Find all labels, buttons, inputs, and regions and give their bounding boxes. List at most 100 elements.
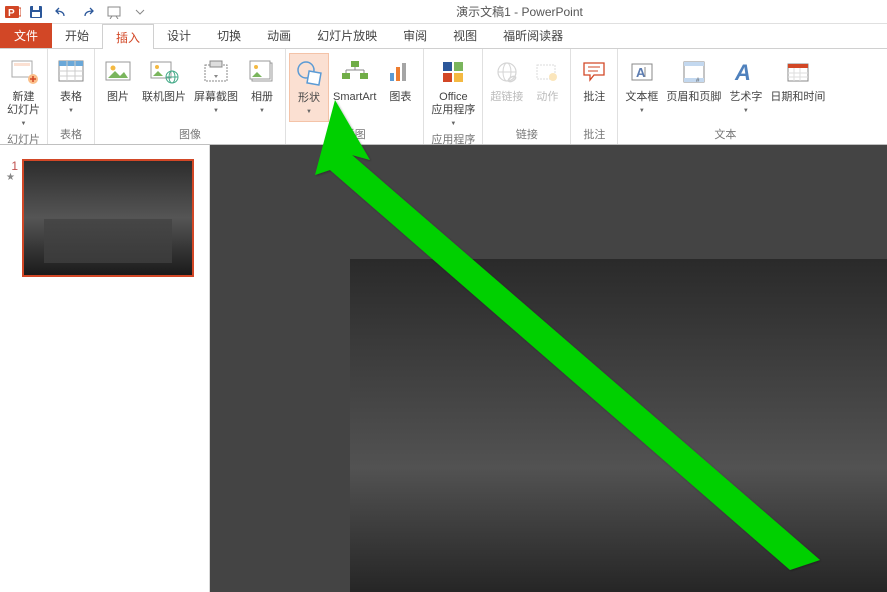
ribbon-group-text: A 文本框 ▼ # 页眉和页脚 A 艺术字 ▼ bbox=[618, 49, 832, 144]
animation-indicator-icon: ★ bbox=[6, 173, 22, 183]
photo-album-label: 相册 bbox=[251, 91, 273, 104]
slide-canvas[interactable] bbox=[350, 259, 887, 592]
header-footer-button[interactable]: # 页眉和页脚 bbox=[662, 53, 725, 106]
action-button[interactable]: 动作 bbox=[527, 53, 567, 106]
thumbnail-meta: 1 ★ bbox=[6, 159, 22, 277]
group-label-comments: 批注 bbox=[571, 128, 617, 144]
chart-label: 图表 bbox=[389, 91, 411, 104]
qat: P bbox=[0, 1, 152, 23]
pictures-button[interactable]: 图片 bbox=[98, 53, 138, 106]
office-apps-button[interactable]: Office 应用程序 ▼ bbox=[427, 53, 479, 133]
wordart-button[interactable]: A 艺术字 ▼ bbox=[725, 53, 766, 120]
online-picture-icon bbox=[149, 55, 179, 89]
chart-icon bbox=[387, 55, 413, 89]
office-apps-label: Office 应用程序 bbox=[431, 91, 475, 117]
chart-button[interactable]: 图表 bbox=[380, 53, 420, 106]
group-label-illustrations: 插图 bbox=[286, 128, 423, 144]
table-icon bbox=[57, 55, 85, 89]
ribbon-group-images: 图片 联机图片 屏幕截图 ▼ 相册 ▼ bbox=[95, 49, 286, 144]
dropdown-icon: ▼ bbox=[259, 105, 265, 118]
hyperlink-button[interactable]: 超链接 bbox=[486, 53, 527, 106]
online-pictures-button[interactable]: 联机图片 bbox=[138, 53, 190, 106]
screenshot-label: 屏幕截图 bbox=[194, 91, 238, 104]
undo-button[interactable] bbox=[50, 1, 74, 23]
tab-design[interactable]: 设计 bbox=[154, 23, 204, 48]
smartart-icon bbox=[340, 55, 370, 89]
ribbon-group-links: 超链接 动作 链接 bbox=[483, 49, 571, 144]
screenshot-button[interactable]: 屏幕截图 ▼ bbox=[190, 53, 242, 120]
photo-album-icon bbox=[248, 55, 276, 89]
table-button[interactable]: 表格 ▼ bbox=[51, 53, 91, 120]
dropdown-icon: ▼ bbox=[213, 105, 219, 118]
group-label-images: 图像 bbox=[95, 128, 285, 144]
shapes-button[interactable]: 形状 ▼ bbox=[289, 53, 329, 122]
new-slide-button[interactable]: 新建 幻灯片 ▼ bbox=[3, 53, 44, 133]
online-pictures-label: 联机图片 bbox=[142, 91, 186, 104]
picture-icon bbox=[104, 55, 132, 89]
group-label-links: 链接 bbox=[483, 128, 570, 144]
title-bar: P 演示文稿1 - PowerPoint bbox=[0, 0, 887, 24]
comment-button[interactable]: 批注 bbox=[574, 53, 614, 106]
thumbnail-content bbox=[44, 219, 172, 263]
smartart-button[interactable]: SmartArt bbox=[329, 53, 380, 106]
date-time-label: 日期和时间 bbox=[770, 91, 825, 104]
header-footer-icon: # bbox=[681, 55, 707, 89]
qat-customize-button[interactable] bbox=[128, 1, 152, 23]
comment-label: 批注 bbox=[583, 91, 605, 104]
date-time-button[interactable]: 日期和时间 bbox=[766, 53, 829, 106]
apps-icon bbox=[439, 55, 467, 89]
ribbon-tabs: 文件 开始 插入 设计 切换 动画 幻灯片放映 审阅 视图 福昕阅读器 bbox=[0, 24, 887, 49]
dropdown-icon: ▼ bbox=[306, 106, 312, 119]
tab-foxit[interactable]: 福昕阅读器 bbox=[490, 23, 576, 48]
start-slideshow-button[interactable] bbox=[102, 1, 126, 23]
tab-review[interactable]: 审阅 bbox=[390, 23, 440, 48]
ribbon-group-comments: 批注 批注 bbox=[571, 49, 618, 144]
slide-thumbnail-1[interactable] bbox=[22, 159, 194, 277]
ribbon-group-tables: 表格 ▼ 表格 bbox=[48, 49, 95, 144]
shapes-icon bbox=[295, 56, 323, 90]
slide-number: 1 bbox=[6, 159, 22, 173]
slide-thumbnail-pane[interactable]: 1 ★ bbox=[0, 145, 210, 592]
dropdown-icon: ▼ bbox=[21, 118, 27, 131]
comment-icon bbox=[580, 55, 608, 89]
powerpoint-icon: P bbox=[4, 3, 22, 21]
shapes-label: 形状 bbox=[298, 92, 320, 105]
window-title: 演示文稿1 - PowerPoint bbox=[152, 3, 887, 20]
tab-insert[interactable]: 插入 bbox=[102, 24, 154, 49]
tab-transitions[interactable]: 切换 bbox=[204, 23, 254, 48]
pictures-label: 图片 bbox=[107, 91, 129, 104]
save-button[interactable] bbox=[24, 1, 48, 23]
tab-view[interactable]: 视图 bbox=[440, 23, 490, 48]
action-label: 动作 bbox=[536, 91, 558, 104]
redo-button[interactable] bbox=[76, 1, 100, 23]
new-slide-icon bbox=[9, 55, 39, 89]
smartart-label: SmartArt bbox=[333, 91, 376, 104]
group-label-tables: 表格 bbox=[48, 128, 94, 144]
content-area: 1 ★ bbox=[0, 145, 887, 592]
wordart-label: 艺术字 bbox=[729, 91, 762, 104]
photo-album-button[interactable]: 相册 ▼ bbox=[242, 53, 282, 120]
textbox-icon: A bbox=[629, 55, 655, 89]
new-slide-label: 新建 幻灯片 bbox=[7, 91, 40, 117]
tab-animations[interactable]: 动画 bbox=[254, 23, 304, 48]
svg-text:A: A bbox=[734, 60, 751, 85]
tab-file[interactable]: 文件 bbox=[0, 23, 52, 48]
ribbon-group-slides: 新建 幻灯片 ▼ 幻灯片 bbox=[0, 49, 48, 144]
group-label-text: 文本 bbox=[618, 128, 832, 144]
calendar-icon bbox=[785, 55, 811, 89]
ribbon-group-illustrations: 形状 ▼ SmartArt 图表 插图 bbox=[286, 49, 424, 144]
tab-slideshow[interactable]: 幻灯片放映 bbox=[304, 23, 390, 48]
dropdown-icon: ▼ bbox=[743, 105, 749, 118]
dropdown-icon: ▼ bbox=[68, 105, 74, 118]
textbox-label: 文本框 bbox=[625, 91, 658, 104]
action-icon bbox=[534, 55, 560, 89]
hyperlink-icon bbox=[493, 55, 521, 89]
thumbnail-row: 1 ★ bbox=[0, 155, 209, 281]
tab-home[interactable]: 开始 bbox=[52, 23, 102, 48]
textbox-button[interactable]: A 文本框 ▼ bbox=[621, 53, 662, 120]
dropdown-icon: ▼ bbox=[450, 118, 456, 131]
slide-editor[interactable] bbox=[210, 145, 887, 592]
wordart-icon: A bbox=[733, 55, 759, 89]
table-label: 表格 bbox=[60, 91, 82, 104]
screenshot-icon bbox=[202, 55, 230, 89]
